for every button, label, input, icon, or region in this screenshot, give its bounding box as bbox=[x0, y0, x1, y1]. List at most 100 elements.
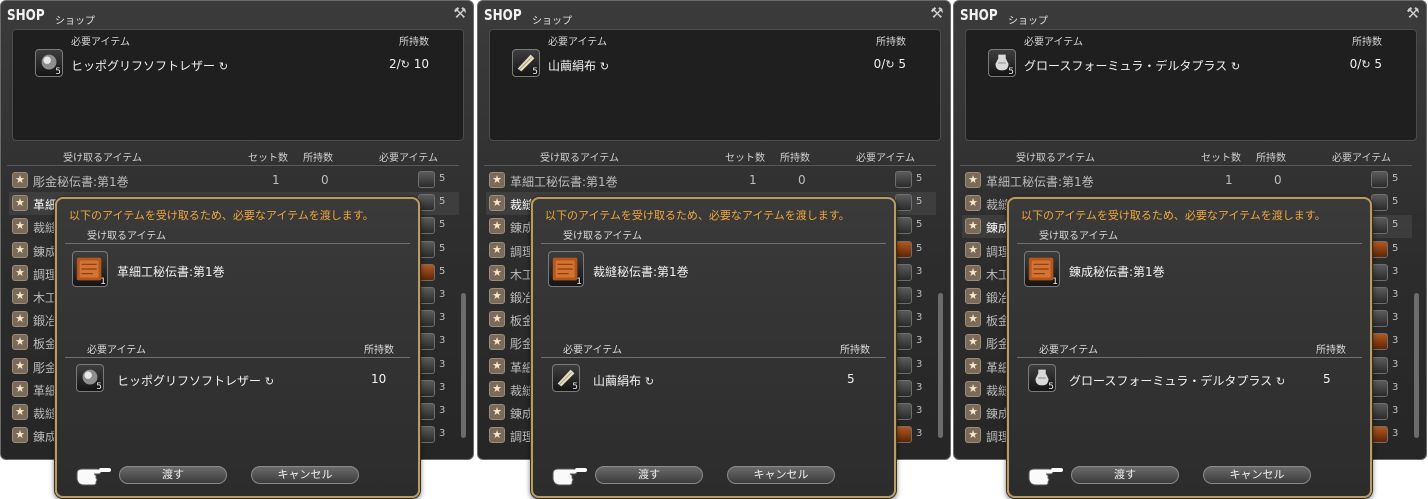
list-header-owned: 所持数 bbox=[303, 153, 333, 164]
required-item-icon[interactable] bbox=[418, 310, 435, 328]
favorite-star-icon: ★ bbox=[489, 195, 505, 212]
crossed-tools-icon[interactable]: ⚒ bbox=[1404, 4, 1422, 22]
required-item-icon[interactable] bbox=[1371, 310, 1388, 328]
required-item-icon[interactable] bbox=[1371, 171, 1388, 188]
book-item-icon[interactable]: 1 bbox=[1024, 251, 1060, 287]
scrollbar[interactable] bbox=[461, 293, 466, 438]
required-item-name[interactable]: 山繭絹布 ↻ bbox=[548, 57, 609, 74]
favorite-star-icon: ★ bbox=[489, 264, 505, 281]
hq-icon: ↻ bbox=[400, 58, 410, 71]
required-item-icon[interactable] bbox=[418, 217, 435, 235]
give-button[interactable]: 渡す bbox=[595, 466, 703, 484]
required-item-icon[interactable] bbox=[895, 263, 912, 281]
required-item-icon[interactable] bbox=[418, 379, 435, 397]
required-item-name[interactable]: ヒッポグリフソフトレザー ↻ bbox=[71, 57, 228, 74]
list-header-owned: 所持数 bbox=[1256, 153, 1286, 164]
row-required-count: 3 bbox=[1392, 358, 1399, 370]
cancel-button[interactable]: キャンセル bbox=[727, 466, 835, 484]
dialog-owned-header: 所持数 bbox=[364, 345, 394, 356]
hq-icon: ↻ bbox=[599, 60, 610, 73]
table-row[interactable]: ★ 革細工秘伝書:第1巻 1 0 5 bbox=[962, 169, 1412, 192]
required-item-icon[interactable] bbox=[1371, 217, 1388, 235]
crossed-tools-icon[interactable]: ⚒ bbox=[451, 4, 469, 22]
required-item-icon[interactable] bbox=[1371, 287, 1388, 304]
required-item-icon[interactable]: 5 bbox=[552, 364, 580, 392]
favorite-star-icon: ★ bbox=[489, 404, 505, 420]
row-required-count: 3 bbox=[1392, 265, 1399, 277]
required-item-icon[interactable] bbox=[1371, 426, 1388, 444]
scrollbar[interactable] bbox=[938, 293, 943, 438]
required-item-icon[interactable] bbox=[418, 333, 435, 351]
required-item-icon[interactable] bbox=[418, 263, 435, 281]
row-required-count: 3 bbox=[439, 289, 446, 300]
required-item-icon[interactable] bbox=[1371, 379, 1388, 397]
required-item-icon[interactable] bbox=[895, 356, 912, 374]
required-item-icon[interactable] bbox=[418, 403, 435, 420]
row-item-name: 錬成 bbox=[33, 430, 58, 445]
required-item-icon[interactable]: 5 bbox=[76, 364, 104, 392]
row-required-count: 3 bbox=[1392, 289, 1399, 300]
required-item-icon[interactable] bbox=[1371, 403, 1388, 420]
dialog-required-item-name: ヒッポグリフソフトレザー ↻ bbox=[117, 374, 275, 388]
required-item-icon[interactable] bbox=[418, 356, 435, 374]
required-item-icon[interactable] bbox=[895, 426, 912, 444]
required-item-icon[interactable] bbox=[418, 426, 435, 444]
pointing-hand-icon bbox=[1028, 468, 1063, 486]
cancel-button[interactable]: キャンセル bbox=[251, 466, 359, 484]
crossed-tools-icon[interactable]: ⚒ bbox=[928, 4, 946, 22]
required-item-icon[interactable] bbox=[1371, 263, 1388, 281]
required-item-icon[interactable] bbox=[895, 379, 912, 397]
dialog-receive-header: 受け取るアイテム bbox=[1039, 231, 1118, 242]
required-item-icon[interactable] bbox=[895, 310, 912, 328]
give-button[interactable]: 渡す bbox=[119, 466, 227, 484]
scrollbar[interactable] bbox=[1414, 293, 1419, 438]
required-item-icon[interactable] bbox=[895, 194, 912, 212]
required-item-icon[interactable] bbox=[895, 217, 912, 235]
required-item-icon[interactable] bbox=[1371, 194, 1388, 212]
table-row[interactable]: ★ 彫金秘伝書:第1巻 1 0 5 bbox=[9, 169, 459, 192]
required-item-icon[interactable] bbox=[418, 194, 435, 212]
row-required-count: 3 bbox=[439, 358, 446, 370]
required-item-icon[interactable] bbox=[1371, 356, 1388, 374]
required-item-icon[interactable] bbox=[1371, 240, 1388, 258]
dialog-receive-header: 受け取るアイテム bbox=[563, 231, 642, 242]
row-item-name: 裁縫 bbox=[33, 407, 58, 421]
hq-icon: ↻ bbox=[644, 375, 655, 388]
book-item-icon[interactable]: 1 bbox=[72, 251, 108, 287]
required-item-icon[interactable] bbox=[895, 403, 912, 420]
required-items-header: 必要アイテム bbox=[1024, 37, 1083, 48]
required-item-icon[interactable] bbox=[418, 240, 435, 258]
required-item-icon[interactable] bbox=[418, 171, 435, 188]
row-required-count: 3 bbox=[1392, 312, 1399, 324]
book-item-icon[interactable]: 1 bbox=[548, 251, 584, 287]
ore-item-icon[interactable]: 5 bbox=[35, 49, 63, 77]
favorite-star-icon: ★ bbox=[965, 288, 981, 304]
table-row[interactable]: ★ 革細工秘伝書:第1巻 1 0 5 bbox=[486, 169, 936, 192]
give-button[interactable]: 渡す bbox=[1071, 466, 1179, 484]
potion-item-icon[interactable]: 5 bbox=[988, 49, 1016, 77]
row-owned-count: 0 bbox=[321, 173, 329, 187]
favorite-star-icon: ★ bbox=[12, 311, 28, 328]
favorite-star-icon: ★ bbox=[965, 311, 981, 328]
dialog-divider bbox=[1017, 357, 1362, 358]
required-item-icon[interactable]: 5 bbox=[1028, 364, 1056, 392]
row-required-count: 5 bbox=[916, 173, 923, 184]
favorite-star-icon: ★ bbox=[12, 288, 28, 304]
required-item-icon[interactable] bbox=[895, 240, 912, 258]
dialog-receive-item-name: 革細工秘伝書:第1巻 bbox=[117, 265, 225, 279]
exchange-dialog-3: 以下のアイテムを受け取るため、必要なアイテムを渡します。 受け取るアイテム 1 錬成秘… bbox=[1007, 197, 1372, 498]
required-item-icon[interactable] bbox=[895, 171, 912, 188]
item-quantity: 5 bbox=[1008, 67, 1014, 77]
list-header-receive: 受け取るアイテム bbox=[63, 153, 142, 164]
cancel-button[interactable]: キャンセル bbox=[1203, 466, 1311, 484]
required-item-icon[interactable] bbox=[1371, 333, 1388, 351]
row-required-count: 3 bbox=[916, 335, 923, 347]
required-item-icon[interactable] bbox=[418, 287, 435, 304]
required-item-name[interactable]: グロースフォーミュラ・デルタプラス ↻ bbox=[1024, 57, 1240, 74]
dialog-required-header: 必要アイテム bbox=[563, 345, 622, 356]
required-item-icon[interactable] bbox=[895, 333, 912, 351]
hq-icon: ↻ bbox=[264, 375, 275, 388]
owned-header: 所持数 bbox=[876, 37, 906, 48]
required-item-icon[interactable] bbox=[895, 287, 912, 304]
cloth-item-icon[interactable]: 5 bbox=[512, 49, 540, 77]
